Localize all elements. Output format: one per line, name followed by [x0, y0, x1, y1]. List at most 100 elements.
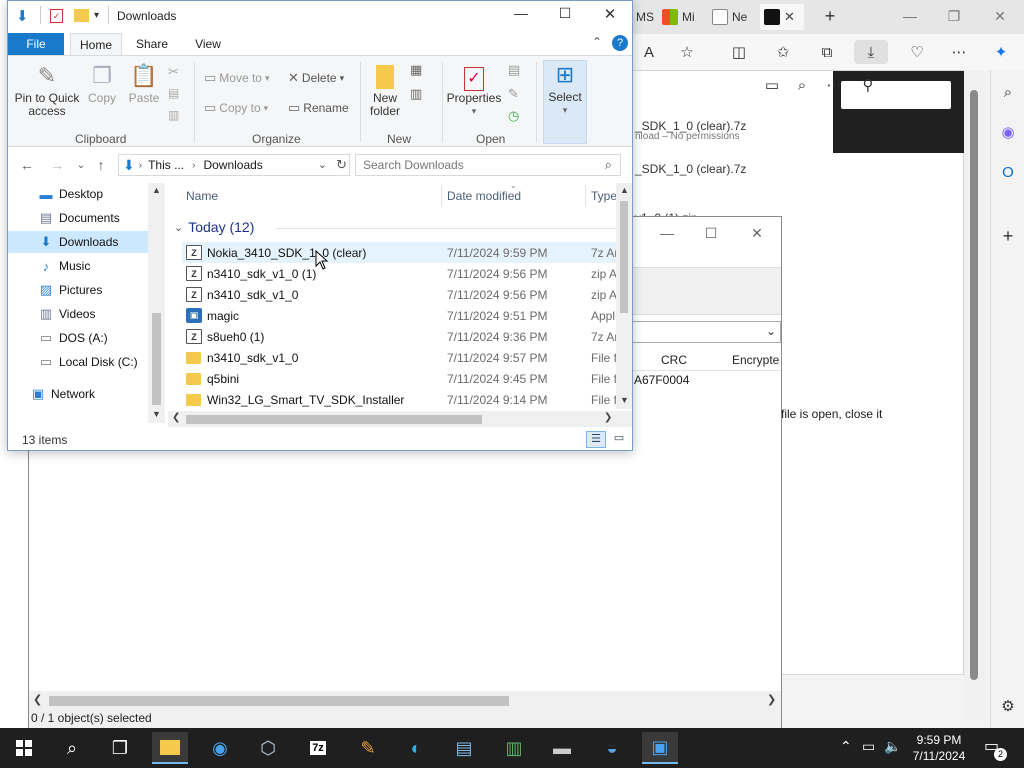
scrollbar-thumb[interactable]	[49, 696, 509, 706]
properties-button[interactable]: ✓ Properties ▾	[446, 62, 502, 118]
back-arrow-icon[interactable]: ←	[16, 155, 38, 175]
refresh-icon[interactable]: ↻	[336, 157, 347, 173]
file-list-vertical-scrollbar[interactable]: ▲ ▼	[616, 183, 632, 409]
sidebar-item-desktop[interactable]: ▬ Desktop	[8, 183, 150, 205]
file-row[interactable]: Z n3410_sdk_v1_0 7/11/2024 9:56 PM zip A	[182, 284, 622, 305]
pin-icon[interactable]: ⚲	[855, 73, 881, 97]
new-folder-icon[interactable]	[74, 9, 89, 22]
sevenzip-address-bar[interactable]: ⌄	[629, 321, 781, 343]
paste-button[interactable]: 📋 Paste	[126, 62, 162, 105]
more-options-icon[interactable]: ⋯	[946, 40, 972, 64]
scroll-down-icon[interactable]: ▼	[152, 409, 161, 419]
up-arrow-icon[interactable]: ↑	[90, 155, 112, 175]
tab-file[interactable]: File	[8, 33, 64, 55]
read-aloud-icon[interactable]: A	[636, 40, 662, 64]
file-explorer-taskbar-icon[interactable]	[152, 732, 188, 764]
file-row[interactable]: q5bini 7/11/2024 9:45 PM File f	[182, 368, 622, 389]
browser-tab[interactable]: MS	[632, 4, 658, 30]
file-list-horizontal-scrollbar[interactable]: ❮ ❯	[168, 411, 632, 427]
large-icons-view-icon[interactable]: ▭	[610, 431, 628, 448]
scrollbar-thumb[interactable]	[152, 313, 161, 405]
close-icon[interactable]: ✕	[593, 5, 627, 27]
chevron-down-icon[interactable]: ⌄	[766, 324, 776, 338]
file-row[interactable]: Z n3410_sdk_v1_0 (1) 7/11/2024 9:56 PM z…	[182, 263, 622, 284]
new-tab-icon[interactable]: +	[814, 4, 846, 28]
file-row[interactable]: Win32_LG_Smart_TV_SDK_Installer 7/11/202…	[182, 389, 622, 410]
scroll-up-icon[interactable]: ▲	[152, 185, 161, 195]
search-input[interactable]: Search Downloads ⌕	[355, 154, 621, 176]
scroll-up-icon[interactable]: ▲	[620, 185, 629, 195]
file-row[interactable]: ▣ magic 7/11/2024 9:51 PM Appl	[182, 305, 622, 326]
rename-button[interactable]: ▭ Rename	[288, 100, 349, 116]
sidebar-item-network[interactable]: ▣ Network	[8, 383, 150, 405]
collections-icon[interactable]: ⧉	[814, 40, 840, 64]
system-clock[interactable]: 9:59 PM 7/11/2024	[906, 732, 972, 764]
history-icon[interactable]: ◷	[508, 108, 519, 124]
breadcrumb-this-pc[interactable]: This ...	[148, 158, 184, 172]
sidebar-item-music[interactable]: ♪ Music	[8, 255, 150, 277]
forward-arrow-icon[interactable]: →	[46, 155, 68, 175]
installer-icon[interactable]: ◒	[594, 732, 630, 764]
outlook-icon[interactable]: O	[995, 160, 1021, 184]
scroll-down-icon[interactable]: ▼	[620, 395, 629, 405]
cut-icon[interactable]: ✂	[168, 64, 179, 80]
new-folder-button[interactable]: New folder	[364, 62, 406, 118]
column-header-crc[interactable]: CRC	[661, 353, 687, 367]
edge-scrollbar[interactable]	[964, 70, 984, 720]
sidebar-item-documents[interactable]: ▤ Documents	[8, 207, 150, 229]
pin-to-quick-access-button[interactable]: ✎ Pin to Quick access	[14, 62, 80, 118]
file-row[interactable]: Z s8ueh0 (1) 7/11/2024 9:36 PM 7z Ar	[182, 326, 622, 347]
sidebar-item-videos[interactable]: ▥ Videos	[8, 303, 150, 325]
start-windows-icon[interactable]	[6, 732, 42, 764]
edge-icon[interactable]: ◐	[398, 732, 434, 764]
paste-shortcut-icon[interactable]: ▥	[168, 108, 179, 122]
virtualbox-icon[interactable]: ⬡	[250, 732, 286, 764]
app-circle-icon[interactable]: ◉	[202, 732, 238, 764]
tab-share[interactable]: Share	[128, 33, 176, 55]
edit-icon[interactable]: ✎	[508, 86, 519, 102]
sidebar-search-icon[interactable]: ⌕	[995, 80, 1021, 104]
new-item-icon[interactable]: ▦	[410, 62, 422, 78]
network-status-icon[interactable]: ▭	[862, 738, 875, 755]
address-bar[interactable]: ⬇ › This ... › Downloads ⌄ ↻	[118, 154, 350, 176]
favorite-star-icon[interactable]: ☆	[674, 40, 700, 64]
settings-icon[interactable]: ⚙	[995, 694, 1021, 718]
scroll-left-icon[interactable]: ❮	[33, 693, 42, 706]
minimize-icon[interactable]: —	[504, 5, 538, 27]
column-header-type[interactable]: Type	[591, 189, 617, 203]
chevron-down-icon[interactable]: ⌄	[318, 158, 327, 171]
copy-path-icon[interactable]: ▤	[168, 86, 179, 100]
search-icon[interactable]: ⌕	[605, 157, 612, 173]
performance-icon[interactable]: ♡	[904, 40, 930, 64]
delete-button[interactable]: ✕ Delete ▾	[288, 70, 344, 86]
remote-desktop-icon[interactable]: ▣	[642, 732, 678, 764]
network-app-icon[interactable]: ▥	[496, 732, 532, 764]
download-item-name[interactable]: _SDK_1_0 (clear).7z	[635, 162, 746, 176]
easy-access-icon[interactable]: ▥	[410, 86, 422, 102]
sidebar-copilot-icon[interactable]: ◉	[995, 120, 1021, 144]
open-icon[interactable]: ▤	[508, 62, 520, 78]
sidebar-item-pictures[interactable]: ▨ Pictures	[8, 279, 150, 301]
column-header-name[interactable]: Name	[186, 189, 218, 203]
downloads-icon[interactable]: ⤓	[854, 40, 888, 64]
terminal-icon[interactable]: ▬	[544, 732, 580, 764]
sidebar-item-downloads[interactable]: ⬇ Downloads	[8, 231, 150, 253]
close-tab-icon[interactable]: ✕	[784, 9, 795, 25]
maximize-icon[interactable]: ☐	[548, 5, 582, 27]
tab-view[interactable]: View	[184, 33, 232, 55]
favorites-icon[interactable]: ✩	[770, 40, 796, 64]
select-button[interactable]: ⊞ Select ▾	[543, 60, 587, 144]
sidebar-item-dos-drive[interactable]: ▭ DOS (A:)	[8, 327, 150, 349]
search-icon[interactable]: ⌕	[54, 732, 90, 764]
collapse-ribbon-icon[interactable]: ⌃	[592, 35, 602, 49]
column-header-encrypted[interactable]: Encrypte	[732, 353, 779, 367]
open-folder-icon[interactable]: ▭	[759, 73, 785, 97]
customize-chevron-icon[interactable]: ▾	[94, 10, 99, 21]
volume-muted-icon[interactable]: 🔈	[884, 738, 901, 755]
tab-home[interactable]: Home	[70, 33, 122, 55]
maximize-icon[interactable]: ☐	[695, 221, 727, 245]
sidebar-item-local-disk[interactable]: ▭ Local Disk (C:)	[8, 351, 150, 373]
scrollbar-thumb[interactable]	[970, 90, 978, 680]
move-to-button[interactable]: ▭ Move to ▾	[204, 70, 270, 86]
control-panel-icon[interactable]: ▤	[446, 732, 482, 764]
